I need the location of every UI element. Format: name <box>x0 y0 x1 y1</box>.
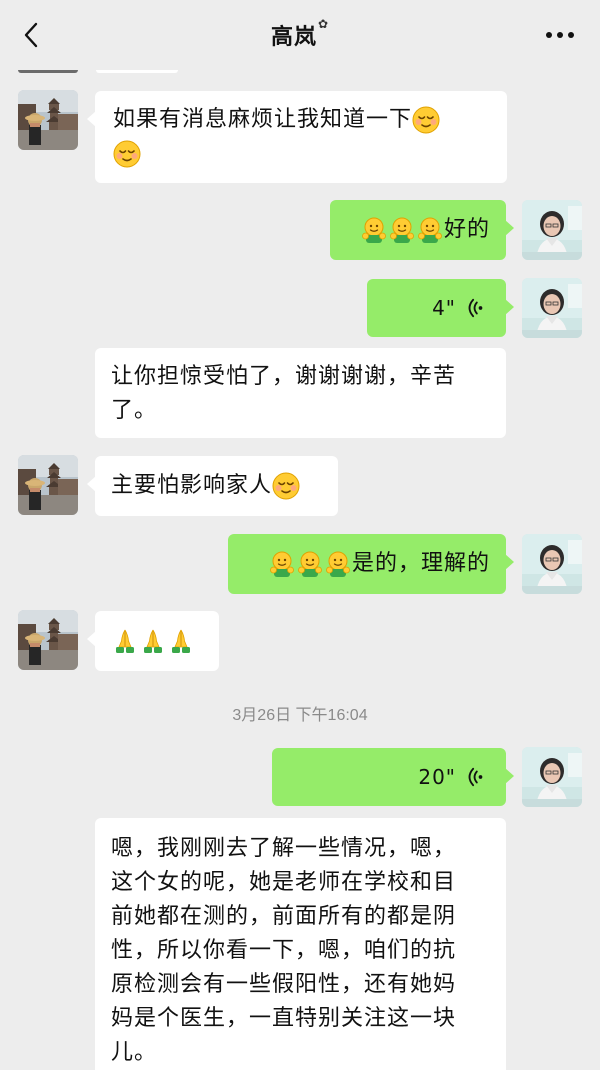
message-text: 前她都在测的，前面所有的都是阴 <box>111 904 457 929</box>
message-text: 性，所以你看一下，嗯，咱们的抗 <box>111 938 457 963</box>
message-bubble[interactable]: 是的，理解的 <box>228 534 514 594</box>
message-text: 妈是个医生，一直特别关注这一块 <box>111 1006 457 1031</box>
title-decoration: ✿ <box>317 17 330 31</box>
contact-name: 高岚 <box>270 25 317 50</box>
relieved-face-icon <box>272 472 300 500</box>
voice-message-bubble[interactable]: 4" <box>367 279 514 337</box>
hug-emoji-icon <box>324 550 352 578</box>
voice-duration: 4" <box>432 296 456 320</box>
folded-hands-emoji-icon <box>111 627 139 655</box>
voice-duration: 20" <box>418 765 456 789</box>
contact-avatar[interactable] <box>18 90 78 150</box>
message-bubble[interactable] <box>87 611 219 671</box>
message-text: 好的 <box>443 217 490 242</box>
message-bubble[interactable]: 让你担惊受怕了，谢谢谢谢，辛苦 了。 <box>95 348 506 438</box>
voice-message-bubble[interactable]: 20" <box>272 748 514 806</box>
relieved-face-icon <box>113 140 141 168</box>
folded-hands-emoji-icon <box>139 627 167 655</box>
message-bubble[interactable]: 嗯，我刚刚去了解一些情况，嗯， 这个女的呢，她是老师在学校和目 前她都在测的，前… <box>95 818 506 1070</box>
message-text: 是的，理解的 <box>351 551 490 576</box>
message-text: 如果有消息麻烦让我知道一下 <box>113 107 413 132</box>
contact-avatar[interactable] <box>18 610 78 670</box>
hug-emoji-icon <box>296 550 324 578</box>
message-bubble[interactable]: 主要怕影响家人 <box>87 456 338 516</box>
message-text: 这个女的呢，她是老师在学校和目 <box>111 870 457 895</box>
message-text: 儿。 <box>111 1040 158 1065</box>
voice-wave-icon <box>464 766 486 788</box>
message-bubble[interactable]: 如果有消息麻烦让我知道一下 <box>87 91 507 183</box>
more-horizontal-icon <box>546 32 574 38</box>
message-bubble[interactable]: 好的 <box>330 200 514 260</box>
self-avatar[interactable] <box>522 747 582 807</box>
more-options-button[interactable] <box>540 20 580 50</box>
message-bubble <box>96 70 178 73</box>
hug-emoji-icon <box>268 550 296 578</box>
chat-header: 高岚 ✿ <box>0 0 600 70</box>
hug-emoji-icon <box>388 216 416 244</box>
relieved-face-icon <box>412 106 440 134</box>
avatar <box>18 70 78 73</box>
message-text: 原检测会有一些假阳性，还有她妈 <box>111 972 457 997</box>
voice-wave-icon <box>464 297 486 319</box>
self-avatar[interactable] <box>522 534 582 594</box>
message-text: 主要怕影响家人 <box>111 473 273 498</box>
self-avatar[interactable] <box>522 278 582 338</box>
message-text: 让你担惊受怕了，谢谢谢谢，辛苦 <box>111 364 457 389</box>
contact-avatar[interactable] <box>18 455 78 515</box>
message-timestamp: 3月26日 下午16:04 <box>232 707 368 724</box>
chat-title: 高岚 ✿ <box>270 17 330 51</box>
self-avatar[interactable] <box>522 200 582 260</box>
hug-emoji-icon <box>416 216 444 244</box>
previous-message-edge <box>0 70 600 76</box>
folded-hands-emoji-icon <box>167 627 195 655</box>
message-text: 了。 <box>111 398 158 423</box>
message-text: 嗯，我刚刚去了解一些情况，嗯， <box>111 836 457 861</box>
hug-emoji-icon <box>360 216 388 244</box>
back-button[interactable] <box>16 18 46 52</box>
chevron-left-icon <box>24 22 38 48</box>
